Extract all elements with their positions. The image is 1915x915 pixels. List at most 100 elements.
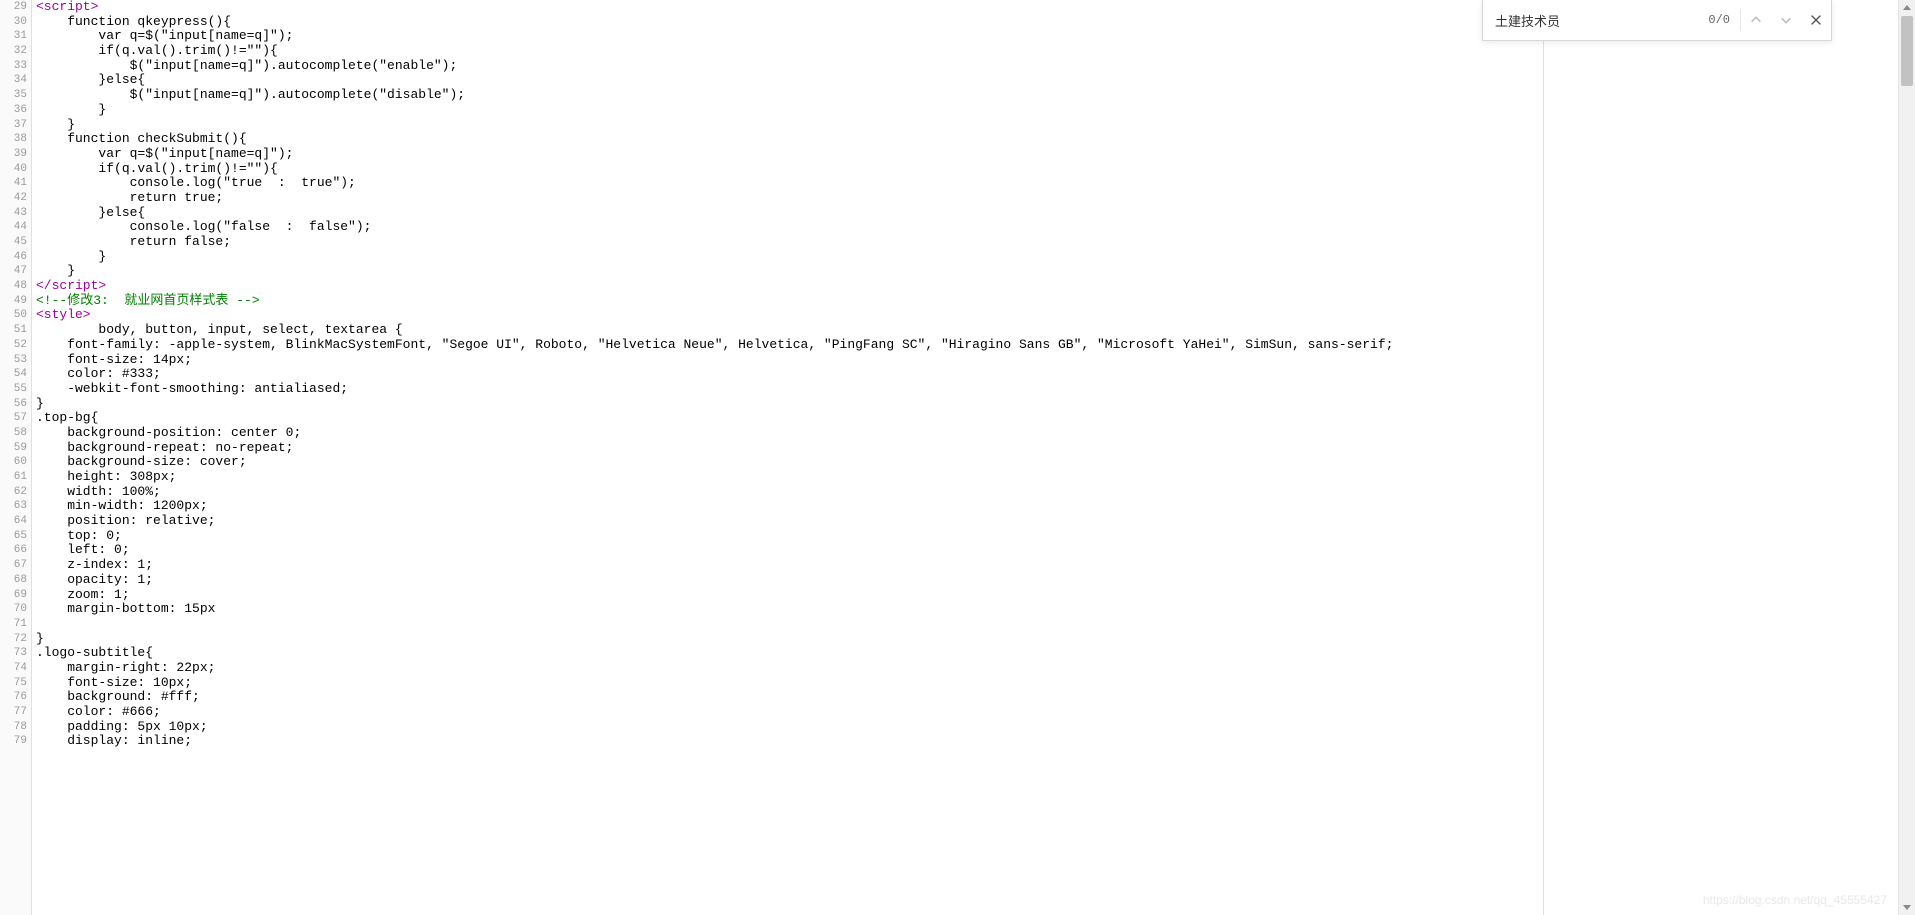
code-line[interactable]: background: #fff; — [36, 690, 1543, 705]
code-line[interactable]: if(q.val().trim()!=""){ — [36, 44, 1543, 59]
code-line[interactable]: display: inline; — [36, 734, 1543, 749]
line-number: 69 — [0, 588, 27, 603]
scrollbar-thumb[interactable] — [1901, 16, 1913, 86]
line-number: 33 — [0, 59, 27, 74]
line-number: 76 — [0, 690, 27, 705]
code-line[interactable]: <script> — [36, 0, 1543, 15]
vertical-scrollbar[interactable] — [1898, 0, 1915, 915]
line-number: 41 — [0, 176, 27, 191]
code-line[interactable]: if(q.val().trim()!=""){ — [36, 162, 1543, 177]
line-number: 46 — [0, 250, 27, 265]
line-number: 36 — [0, 103, 27, 118]
line-number: 62 — [0, 485, 27, 500]
line-number-gutter: 2930313233343536373839404142434445464748… — [0, 0, 32, 915]
code-line[interactable]: return false; — [36, 235, 1543, 250]
code-line[interactable]: zoom: 1; — [36, 588, 1543, 603]
line-number: 47 — [0, 264, 27, 279]
line-number: 38 — [0, 132, 27, 147]
code-line[interactable]: } — [36, 264, 1543, 279]
code-line[interactable]: .logo-subtitle{ — [36, 646, 1543, 661]
line-number: 44 — [0, 220, 27, 235]
code-line[interactable]: height: 308px; — [36, 470, 1543, 485]
code-line[interactable]: width: 100%; — [36, 485, 1543, 500]
code-area[interactable]: <script> function qkeypress(){ var q=$("… — [32, 0, 1543, 915]
code-line[interactable]: font-size: 10px; — [36, 676, 1543, 691]
code-line[interactable]: min-width: 1200px; — [36, 499, 1543, 514]
line-number: 77 — [0, 705, 27, 720]
find-close-button[interactable] — [1801, 0, 1831, 40]
line-number: 71 — [0, 617, 27, 632]
code-line[interactable]: $("input[name=q]").autocomplete("disable… — [36, 88, 1543, 103]
line-number: 54 — [0, 367, 27, 382]
line-number: 42 — [0, 191, 27, 206]
code-line[interactable]: font-family: -apple-system, BlinkMacSyst… — [36, 338, 1543, 353]
line-number: 39 — [0, 147, 27, 162]
line-number: 60 — [0, 455, 27, 470]
line-number: 68 — [0, 573, 27, 588]
find-input[interactable] — [1483, 0, 1708, 40]
line-number: 75 — [0, 676, 27, 691]
code-line[interactable]: } — [36, 397, 1543, 412]
line-number: 53 — [0, 353, 27, 368]
line-number: 51 — [0, 323, 27, 338]
code-line[interactable]: body, button, input, select, textarea { — [36, 323, 1543, 338]
code-line[interactable]: var q=$("input[name=q]"); — [36, 29, 1543, 44]
line-number: 78 — [0, 720, 27, 735]
line-number: 34 — [0, 73, 27, 88]
code-line[interactable]: margin-right: 22px; — [36, 661, 1543, 676]
code-editor: 2930313233343536373839404142434445464748… — [0, 0, 1544, 915]
code-line[interactable]: -webkit-font-smoothing: antialiased; — [36, 382, 1543, 397]
code-line[interactable]: function qkeypress(){ — [36, 15, 1543, 30]
line-number: 31 — [0, 29, 27, 44]
code-line[interactable]: $("input[name=q]").autocomplete("enable"… — [36, 59, 1543, 74]
line-number: 37 — [0, 118, 27, 133]
code-line[interactable]: </script> — [36, 279, 1543, 294]
line-number: 30 — [0, 15, 27, 30]
code-line[interactable]: }else{ — [36, 73, 1543, 88]
code-line[interactable]: position: relative; — [36, 514, 1543, 529]
code-line[interactable]: }else{ — [36, 206, 1543, 221]
line-number: 79 — [0, 734, 27, 749]
find-count: 0/0 — [1708, 9, 1741, 31]
code-line[interactable]: left: 0; — [36, 543, 1543, 558]
code-line[interactable] — [36, 617, 1543, 632]
code-line[interactable]: color: #666; — [36, 705, 1543, 720]
code-line[interactable]: padding: 5px 10px; — [36, 720, 1543, 735]
code-line[interactable]: background-size: cover; — [36, 455, 1543, 470]
code-line[interactable]: <style> — [36, 308, 1543, 323]
code-line[interactable]: opacity: 1; — [36, 573, 1543, 588]
line-number: 72 — [0, 632, 27, 647]
line-number: 64 — [0, 514, 27, 529]
code-line[interactable]: console.log("true : true"); — [36, 176, 1543, 191]
code-line[interactable]: background-position: center 0; — [36, 426, 1543, 441]
code-line[interactable]: return true; — [36, 191, 1543, 206]
code-line[interactable]: margin-bottom: 15px — [36, 602, 1543, 617]
code-line[interactable]: } — [36, 632, 1543, 647]
code-line[interactable]: function checkSubmit(){ — [36, 132, 1543, 147]
line-number: 61 — [0, 470, 27, 485]
line-number: 66 — [0, 543, 27, 558]
code-line[interactable]: top: 0; — [36, 529, 1543, 544]
scroll-down-icon — [1903, 905, 1911, 910]
code-line[interactable]: background-repeat: no-repeat; — [36, 441, 1543, 456]
code-line[interactable]: <!--修改3: 就业网首页样式表 --> — [36, 294, 1543, 309]
line-number: 63 — [0, 499, 27, 514]
line-number: 57 — [0, 411, 27, 426]
code-line[interactable]: var q=$("input[name=q]"); — [36, 147, 1543, 162]
line-number: 40 — [0, 162, 27, 177]
close-icon — [1809, 13, 1823, 27]
code-line[interactable]: z-index: 1; — [36, 558, 1543, 573]
watermark: https://blog.csdn.net/qq_45555427 — [1703, 893, 1887, 907]
code-line[interactable]: .top-bg{ — [36, 411, 1543, 426]
line-number: 35 — [0, 88, 27, 103]
line-number: 70 — [0, 602, 27, 617]
code-line[interactable]: } — [36, 103, 1543, 118]
line-number: 65 — [0, 529, 27, 544]
code-line[interactable]: font-size: 14px; — [36, 353, 1543, 368]
code-line[interactable]: color: #333; — [36, 367, 1543, 382]
find-next-button[interactable] — [1771, 0, 1801, 40]
code-line[interactable]: console.log("false : false"); — [36, 220, 1543, 235]
code-line[interactable]: } — [36, 250, 1543, 265]
find-prev-button[interactable] — [1741, 0, 1771, 40]
code-line[interactable]: } — [36, 118, 1543, 133]
